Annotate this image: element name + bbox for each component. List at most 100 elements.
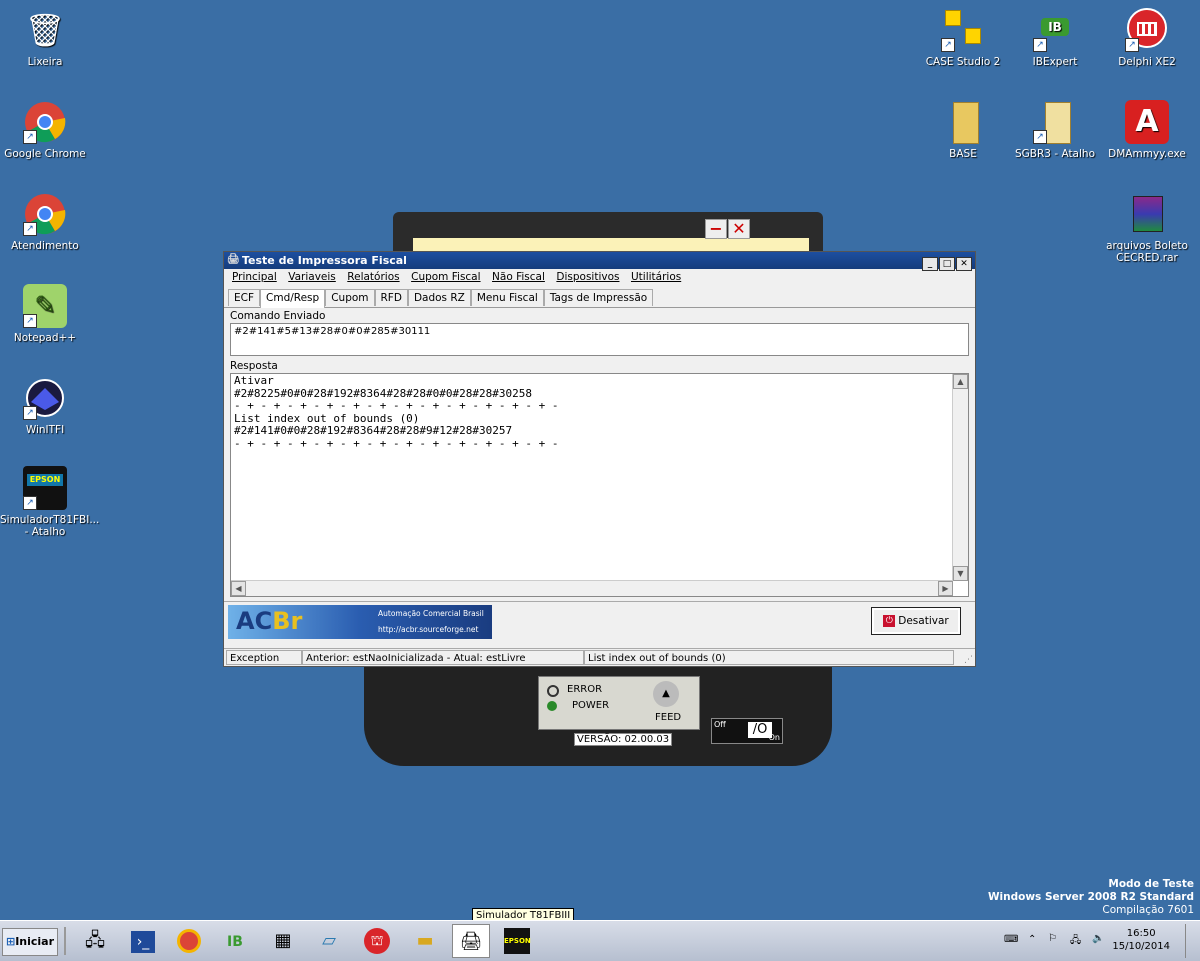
chevron-up-icon[interactable]: ⌃: [1028, 934, 1036, 945]
network-icon[interactable]: 🖧: [1070, 933, 1081, 950]
volume-icon[interactable]: 🔈: [1092, 933, 1104, 944]
desativar-label: Desativar: [898, 615, 949, 627]
scroll-left-icon[interactable]: ◀: [231, 581, 246, 596]
menu-nao-fiscal[interactable]: Não Fiscal: [488, 269, 549, 285]
tab-strip: ECF Cmd/Resp Cupom RFD Dados RZ Menu Fiscal Ta…: [224, 287, 975, 308]
desktop-icon-label: SimuladorT81FBI... - Atalho: [0, 514, 100, 538]
taskbar-fiscal-test[interactable]: 🖨: [452, 924, 490, 958]
desktop-icon-label: Delphi XE2: [1118, 56, 1176, 68]
feed-button[interactable]: ▲: [653, 681, 679, 707]
clock[interactable]: 16:50 15/10/2014: [1112, 927, 1170, 953]
desktop-icon-sgbr3[interactable]: ↗ SGBR3 - Atalho: [1010, 100, 1100, 160]
delphi-icon: ⛫: [364, 928, 390, 954]
horizontal-scrollbar[interactable]: ◀ ▶: [231, 580, 953, 596]
acbr-banner-text: Automação Comercial Brasil: [378, 609, 484, 618]
desktop-icon-base[interactable]: BASE: [918, 100, 1008, 160]
folder-icon: [941, 100, 985, 144]
minimize-icon[interactable]: −: [705, 219, 727, 239]
menu-relatorios[interactable]: Relatórios: [343, 269, 403, 285]
show-desktop-button[interactable]: [1185, 924, 1198, 958]
tab-dados-rz[interactable]: Dados RZ: [407, 289, 471, 306]
menu-principal[interactable]: Principal: [228, 269, 281, 285]
close-icon[interactable]: ✕: [728, 219, 750, 239]
taskbar-server-manager[interactable]: 🖧: [76, 924, 114, 958]
desktop-icon-winitfi[interactable]: ↗ WinITFI: [0, 376, 90, 436]
shortcut-arrow-icon: ↗: [1033, 130, 1047, 144]
taskbar-calculator[interactable]: ▦: [264, 924, 302, 958]
ibexpert-icon: IB ↗: [1033, 8, 1077, 52]
tab-tags-impressao[interactable]: Tags de Impressão: [543, 289, 654, 306]
tab-rfd[interactable]: RFD: [374, 289, 408, 306]
clock-time: 16:50: [1126, 928, 1156, 939]
desktop-icon-notepadpp[interactable]: ✎ ↗ Notepad++: [0, 284, 90, 344]
case-studio-icon: ↗: [941, 8, 985, 52]
window-titlebar[interactable]: 🖨 Teste de Impressora Fiscal _ □ ✕: [224, 252, 975, 271]
power-led-icon: [547, 701, 557, 711]
desktop-icon-simulador[interactable]: EPSON ↗ SimuladorT81FBI... - Atalho: [0, 466, 100, 538]
printer-version: VERSÃO: 02.00.03: [574, 733, 673, 746]
menubar: Principal Variaveis Relatórios Cupom Fis…: [224, 269, 975, 287]
acbr-logo: ACBr: [236, 607, 302, 635]
powershell-icon: ›_: [131, 931, 155, 953]
taskbar-powershell[interactable]: ›_: [124, 924, 162, 958]
desktop-icon-ibexpert[interactable]: IB ↗ IBExpert: [1010, 8, 1100, 68]
menu-cupom-fiscal[interactable]: Cupom Fiscal: [407, 269, 484, 285]
desktop-icon-label: SGBR3 - Atalho: [1015, 148, 1095, 160]
system-tray: ⌨ ⌃ ⚐ 🖧 🔈 16:50 15/10/2014: [1002, 924, 1198, 958]
shortcut-arrow-icon: ↗: [23, 222, 37, 236]
desktop-icon-atendimento[interactable]: ↗ Atendimento: [0, 192, 90, 252]
menu-utilitarios[interactable]: Utilitários: [627, 269, 685, 285]
desktop-icon-google-chrome[interactable]: ↗ Google Chrome: [0, 100, 90, 160]
test-mode-watermark: Modo de Teste Windows Server 2008 R2 Sta…: [988, 878, 1194, 917]
taskbar-simulador[interactable]: EPSON: [498, 924, 536, 958]
taskbar-delphi[interactable]: ⛫: [358, 924, 396, 958]
acbr-logo-ac: AC: [236, 607, 273, 635]
off-label: Off: [714, 720, 726, 729]
action-center-flag-icon[interactable]: ⚐: [1048, 933, 1057, 944]
epson-icon: EPSON: [504, 928, 531, 954]
shortcut-arrow-icon: ↗: [23, 130, 37, 144]
tab-menu-fiscal[interactable]: Menu Fiscal: [470, 289, 544, 306]
keyboard-icon[interactable]: ⌨: [1004, 934, 1018, 945]
menu-dispositivos[interactable]: Dispositivos: [552, 269, 623, 285]
comando-enviado-field[interactable]: #2#141#5#13#28#0#0#285#30111: [230, 323, 969, 356]
scroll-down-icon[interactable]: ▼: [953, 566, 968, 581]
taskbar-chrome[interactable]: [170, 924, 208, 958]
taskbar-ibexpert[interactable]: IB: [216, 924, 254, 958]
desativar-button[interactable]: ⏻ Desativar: [871, 607, 961, 635]
desktop-icon-label: Google Chrome: [4, 148, 86, 160]
status-panel-state: Anterior: estNaoInicializada - Atual: es…: [302, 650, 584, 665]
start-button[interactable]: ⊞Iniciar: [2, 928, 58, 956]
scroll-right-icon[interactable]: ▶: [938, 581, 953, 596]
taskbar-explorer[interactable]: ▬: [406, 924, 444, 958]
notepad-icon: ▱: [322, 930, 336, 951]
tab-cmd-resp[interactable]: Cmd/Resp: [260, 289, 326, 308]
power-switch[interactable]: Off /O On: [711, 718, 783, 744]
resposta-memo[interactable]: Ativar #2#8225#0#0#28#192#8364#28#28#0#0#…: [230, 373, 969, 597]
printer-icon: 🖨: [459, 931, 483, 952]
desktop-icon-case-studio[interactable]: ↗ CASE Studio 2: [918, 8, 1008, 68]
maximize-icon[interactable]: □: [939, 257, 955, 271]
desktop-icon-dmammyy[interactable]: A DMAmmyy.exe: [1102, 100, 1192, 160]
watermark-line1: Modo de Teste: [1108, 878, 1194, 890]
menu-variaveis[interactable]: Variaveis: [284, 269, 340, 285]
desktop-icon-label: Lixeira: [27, 56, 63, 68]
scroll-up-icon[interactable]: ▲: [953, 374, 968, 389]
resize-grip-icon[interactable]: ⋰: [964, 652, 973, 668]
close-icon[interactable]: ✕: [956, 257, 972, 271]
shortcut-arrow-icon: ↗: [941, 38, 955, 52]
power-icon: ⏻: [883, 615, 896, 627]
feed-label: FEED: [655, 712, 682, 723]
tab-ecf[interactable]: ECF: [228, 289, 261, 306]
status-panel-message: List index out of bounds (0): [584, 650, 954, 665]
minimize-icon[interactable]: _: [922, 257, 938, 271]
desktop-icon-delphi[interactable]: ↗ Delphi XE2: [1102, 8, 1192, 68]
tab-cupom[interactable]: Cupom: [325, 289, 375, 306]
shortcut-arrow-icon: ↗: [1125, 38, 1139, 52]
on-label: On: [768, 733, 780, 742]
desktop-icon-lixeira[interactable]: 🗑 Lixeira: [0, 8, 90, 68]
status-panel-exception: Exception: [226, 650, 302, 665]
desktop-icon-winrar[interactable]: arquivos Boleto CECRED.rar: [1102, 192, 1192, 264]
taskbar-notepad[interactable]: ▱: [310, 924, 348, 958]
vertical-scrollbar[interactable]: ▲ ▼: [952, 374, 968, 581]
